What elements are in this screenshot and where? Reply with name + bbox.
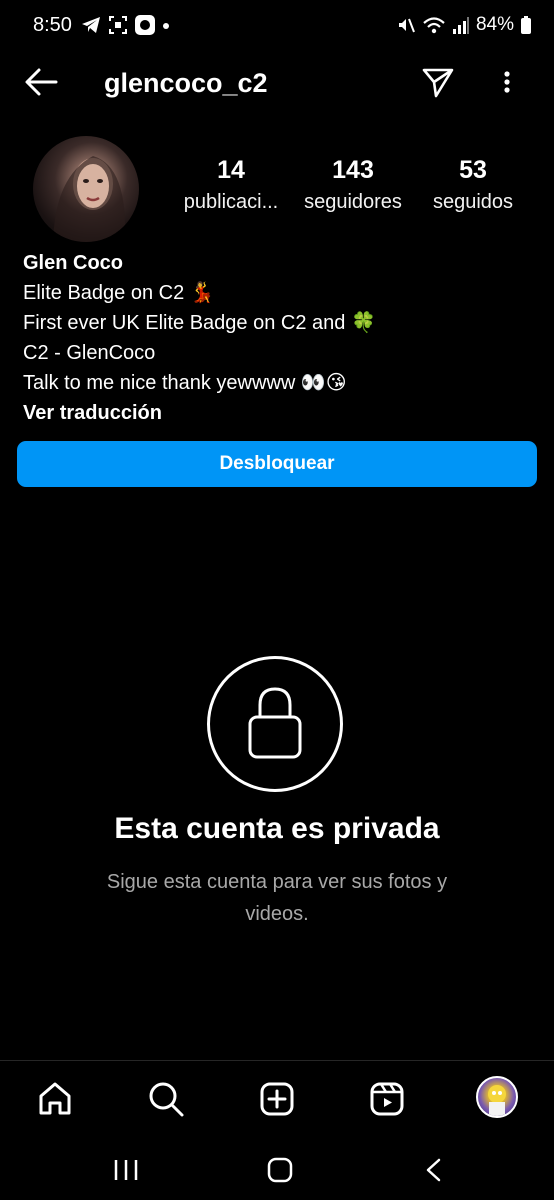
reels-icon[interactable] (367, 1079, 407, 1119)
stat-posts[interactable]: 14 publicaci... (176, 156, 286, 214)
share-send-icon[interactable] (420, 64, 456, 100)
status-bar: 8:50 84% (0, 0, 554, 52)
profile-avatar-image-icon (488, 1085, 506, 1116)
bio-line: Elite Badge on C2 💃 (23, 282, 215, 304)
profile-display-name: Glen Coco (23, 252, 124, 274)
wifi-icon (423, 17, 445, 34)
status-system-icons: 84% (396, 14, 532, 36)
system-nav-bar (0, 1135, 554, 1200)
profile-bio: Glen Coco Elite Badge on C2 💃 First ever… (23, 248, 533, 428)
stat-following[interactable]: 53 seguidos (424, 156, 522, 214)
stat-followers-label: seguidores (304, 191, 402, 213)
private-account-title: Esta cuenta es privada (114, 812, 440, 845)
recent-apps-icon[interactable] (106, 1155, 146, 1185)
back-icon[interactable] (414, 1155, 454, 1185)
home-icon[interactable] (35, 1079, 75, 1119)
lock-circle (207, 656, 343, 792)
avatar-portrait-icon (53, 156, 126, 242)
stat-followers[interactable]: 143 seguidores (296, 156, 410, 214)
stat-following-label: seguidos (432, 191, 514, 213)
home-button-icon[interactable] (260, 1155, 300, 1185)
see-translation-link[interactable]: Ver traducción (23, 398, 533, 428)
stat-posts-value: 14 (217, 156, 245, 184)
dot-icon (163, 23, 169, 29)
stat-posts-label: publicaci... (183, 191, 279, 213)
back-arrow-icon[interactable] (22, 64, 62, 100)
signal-icon (452, 17, 469, 34)
screen: 8:50 84% glencoco_c2 14 publicaci... 143… (0, 0, 554, 1200)
bio-line: Talk to me nice thank yewwww 👀😘 (23, 372, 347, 394)
telegram-icon (82, 17, 100, 33)
more-options-icon[interactable] (494, 64, 520, 100)
lock-icon (248, 687, 302, 759)
private-account-subtitle: Sigue esta cuenta para ver sus fotos y v… (106, 871, 448, 925)
bio-line: C2 - GlenCoco (23, 342, 156, 364)
stat-followers-value: 143 (332, 156, 374, 184)
status-time: 8:50 (33, 14, 72, 36)
stat-following-value: 53 (459, 156, 487, 184)
status-notification-icons (80, 14, 170, 36)
create-icon[interactable] (257, 1079, 297, 1119)
bio-line: First ever UK Elite Badge on C2 and 🍀 (23, 312, 376, 334)
app-notification-icon (135, 15, 155, 35)
unblock-button[interactable]: Desbloquear (17, 441, 537, 487)
profile-username: glencoco_c2 (104, 68, 268, 98)
search-icon[interactable] (146, 1079, 186, 1119)
bottom-nav (0, 1061, 554, 1135)
profile-header: glencoco_c2 (0, 52, 554, 112)
screenshot-icon (109, 16, 127, 34)
battery-percent: 84% (475, 14, 514, 35)
profile-avatar[interactable] (476, 1076, 518, 1118)
profile-avatar-large[interactable] (33, 136, 139, 242)
mute-icon (398, 18, 415, 33)
battery-icon (521, 16, 531, 34)
